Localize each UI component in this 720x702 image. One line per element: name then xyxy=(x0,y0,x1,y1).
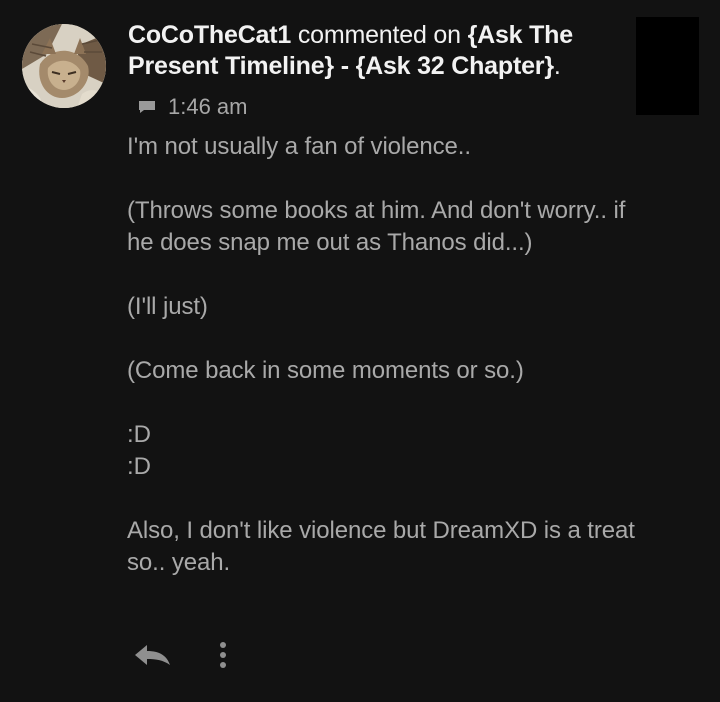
comment-paragraph: :D :D xyxy=(127,421,151,480)
comment-body: I'm not usually a fan of violence.. (Thr… xyxy=(127,131,647,579)
cat-photo-icon xyxy=(22,24,106,108)
header-period: . xyxy=(553,52,561,80)
reply-icon xyxy=(135,645,170,665)
comment-paragraph: (Come back in some moments or so.) xyxy=(127,357,524,384)
comment-paragraph: (Throws some books at him. And don't wor… xyxy=(127,197,626,256)
notification-item[interactable]: CoCoTheCat1 commented on {Ask The Presen… xyxy=(0,0,720,702)
action-text: commented on xyxy=(291,21,468,49)
avatar[interactable] xyxy=(22,24,106,108)
comment-paragraph: Also, I don't like violence but DreamXD … xyxy=(127,517,635,576)
notification-header: CoCoTheCat1 commented on {Ask The Presen… xyxy=(128,20,618,82)
more-vertical-icon xyxy=(220,642,226,648)
author-name[interactable]: CoCoTheCat1 xyxy=(128,21,291,49)
comment-icon xyxy=(139,101,155,113)
story-thumbnail[interactable] xyxy=(636,17,699,115)
timestamp: 1:46 am xyxy=(168,94,248,119)
comment-paragraph: (I'll just) xyxy=(127,293,208,320)
reply-button[interactable] xyxy=(130,638,174,672)
more-options-button[interactable] xyxy=(217,638,229,672)
comment-paragraph: I'm not usually a fan of violence.. xyxy=(127,133,471,160)
comment-actions xyxy=(130,638,229,672)
comment-meta: 1:46 am xyxy=(138,93,248,121)
